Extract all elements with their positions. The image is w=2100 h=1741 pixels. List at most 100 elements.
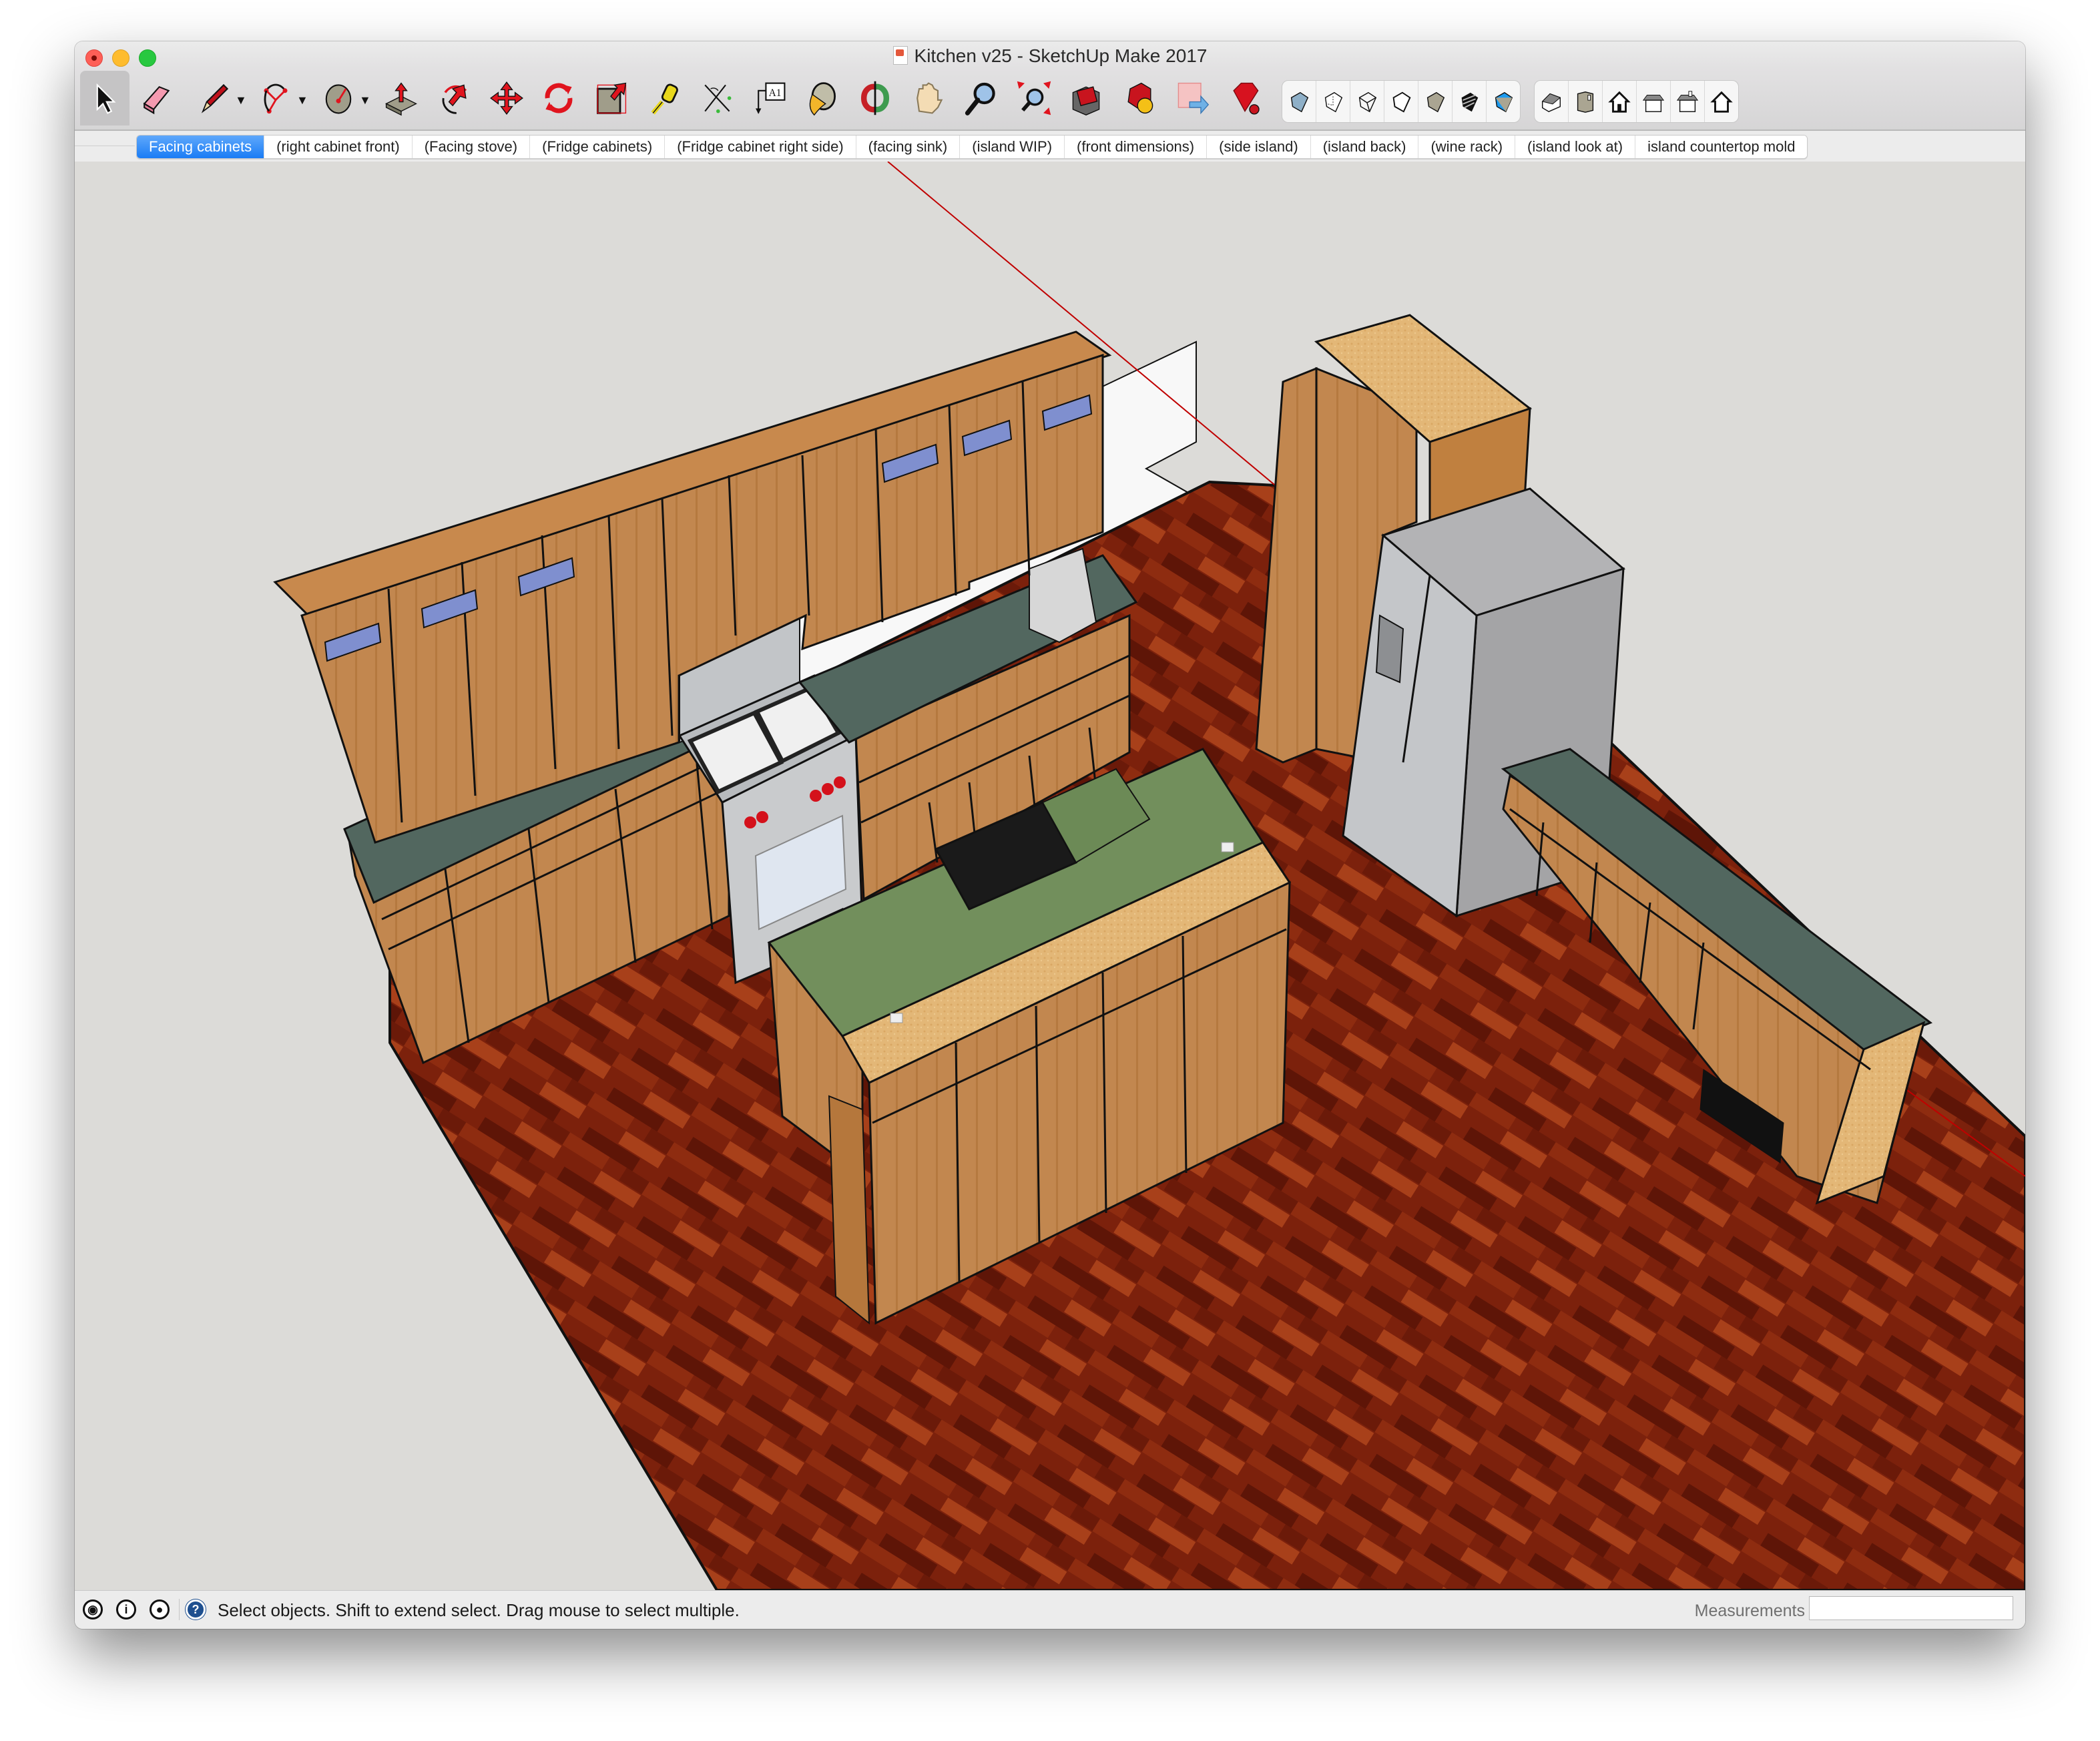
scene-tab[interactable]: (Fridge cabinet right side)	[665, 136, 856, 158]
top-view-icon	[1577, 91, 1594, 113]
arc-dropdown-caret[interactable]: ▼	[296, 93, 308, 107]
front-house-icon	[1608, 91, 1631, 113]
circle-icon	[325, 84, 352, 114]
line-dropdown-caret[interactable]: ▼	[235, 93, 247, 107]
status-message: Select objects. Shift to extend select. …	[218, 1600, 740, 1620]
scene-tab[interactable]: Facing cabinets	[137, 136, 265, 158]
rotate-tool-button[interactable]	[534, 71, 583, 126]
text-label-icon: A1	[756, 82, 786, 114]
follow-me-tool-button[interactable]	[430, 71, 479, 126]
line-tool-button[interactable]	[190, 71, 239, 126]
style-monochrome-button[interactable]	[1487, 81, 1520, 122]
skp-file-icon	[892, 46, 908, 65]
style-xray-button[interactable]	[1282, 81, 1316, 122]
scene-tab[interactable]: (facing sink)	[856, 136, 961, 158]
magnifier-icon	[965, 82, 995, 115]
user-account-icon[interactable]: ●	[150, 1599, 170, 1620]
scale-icon	[597, 82, 627, 114]
main-toolbar: ▼ ▼ ▼ A1	[75, 68, 2025, 131]
status-divider	[179, 1599, 180, 1620]
tape-measure-icon	[651, 83, 678, 115]
move-tool-button[interactable]	[482, 71, 531, 126]
style-shaded-button[interactable]	[1418, 81, 1453, 122]
scene-tab[interactable]: (island look at)	[1515, 136, 1636, 158]
hidden-line-cube-icon	[1392, 91, 1411, 113]
measurements-label: Measurements	[1694, 1601, 1805, 1620]
hand-icon	[916, 82, 943, 114]
style-wireframe-button[interactable]	[1350, 81, 1384, 122]
kitchen-model-scene[interactable]	[75, 162, 2025, 1590]
scene-tab[interactable]: (Facing stove)	[412, 136, 531, 158]
zoom-extents-icon	[1017, 81, 1051, 115]
tape-measure-tool-button[interactable]	[639, 71, 689, 126]
style-textured-button[interactable]	[1453, 81, 1487, 122]
xray-cube-icon	[1290, 91, 1309, 113]
view-right-button[interactable]	[1637, 81, 1671, 122]
pan-tool-button[interactable]	[904, 71, 953, 126]
iso-house-icon	[1541, 93, 1561, 113]
paint-bucket-tool-button[interactable]	[797, 71, 846, 126]
measurements-input[interactable]	[1809, 1596, 2013, 1620]
protractor-icon	[704, 84, 732, 113]
zoom-tool-button[interactable]	[956, 71, 1005, 126]
view-left-button[interactable]	[1705, 81, 1738, 122]
help-icon[interactable]: ?	[186, 1599, 206, 1620]
scene-tab[interactable]: island countertop mold	[1635, 136, 1808, 158]
scene-tabs: Facing cabinets (right cabinet front) (Fac…	[136, 135, 1808, 159]
zoom-extents-tool-button[interactable]	[1009, 71, 1059, 126]
push-pull-tool-button[interactable]	[376, 71, 426, 126]
eraser-icon	[143, 85, 170, 115]
scale-tool-button[interactable]	[586, 71, 635, 126]
scene-tab[interactable]: (front dimensions)	[1065, 136, 1208, 158]
eraser-tool-button[interactable]	[131, 71, 180, 126]
style-back-edges-button[interactable]	[1316, 81, 1350, 122]
extension-warehouse-icon	[1127, 82, 1153, 114]
geo-location-icon[interactable]: ◉	[83, 1599, 103, 1620]
views-toolbar	[1534, 80, 1739, 123]
protractor-tool-button[interactable]	[692, 71, 741, 126]
select-tool-button[interactable]	[80, 71, 129, 126]
monochrome-cube-icon	[1495, 91, 1513, 113]
credits-icon[interactable]: i	[116, 1599, 136, 1620]
3d-warehouse-button[interactable]	[1061, 71, 1111, 126]
scene-tab[interactable]: (island WIP)	[960, 136, 1065, 158]
back-edges-cube-icon	[1324, 91, 1343, 113]
follow-me-icon	[442, 84, 467, 114]
scene-tab[interactable]: (wine rack)	[1418, 136, 1516, 158]
model-viewport[interactable]	[75, 162, 2025, 1590]
wireframe-cube-icon	[1358, 91, 1377, 113]
scene-tab[interactable]: (island back)	[1310, 136, 1419, 158]
view-front-button[interactable]	[1603, 81, 1637, 122]
svg-text:A1: A1	[769, 87, 782, 99]
scene-tab[interactable]: (Fridge cabinets)	[530, 136, 666, 158]
window-title-text: Kitchen v25 - SketchUp Make 2017	[914, 45, 1208, 66]
paint-bucket-icon	[809, 82, 836, 116]
back-house-icon	[1676, 91, 1699, 112]
orbit-tool-button[interactable]	[850, 71, 900, 126]
extension-manager-button[interactable]	[1220, 71, 1270, 126]
circle-tool-button[interactable]	[314, 71, 363, 126]
circle-dropdown-caret[interactable]: ▼	[359, 93, 371, 107]
textured-cube-icon	[1461, 92, 1479, 112]
pencil-icon	[201, 83, 229, 113]
arc-icon	[264, 83, 288, 114]
styles-toolbar	[1282, 80, 1521, 123]
scene-tab[interactable]: (side island)	[1207, 136, 1311, 158]
move-arrows-icon	[490, 81, 523, 115]
share-model-button[interactable]	[1167, 71, 1216, 126]
view-top-button[interactable]	[1569, 81, 1603, 122]
share-model-icon	[1177, 82, 1210, 115]
title-bar: Kitchen v25 - SketchUp Make 2017	[75, 41, 2025, 68]
push-pull-icon	[385, 82, 417, 116]
arrow-cursor-icon	[96, 83, 116, 114]
view-iso-button[interactable]	[1535, 81, 1569, 122]
scene-tab[interactable]: (right cabinet front)	[264, 136, 413, 158]
wine-rack[interactable]	[828, 1095, 870, 1325]
extension-warehouse-button[interactable]	[1115, 71, 1164, 126]
view-back-button[interactable]	[1671, 81, 1705, 122]
warehouse-icon	[1072, 86, 1100, 115]
text-tool-button[interactable]: A1	[745, 71, 794, 126]
rotate-icon	[545, 83, 573, 113]
style-hidden-line-button[interactable]	[1384, 81, 1418, 122]
arc-tool-button[interactable]	[251, 71, 300, 126]
